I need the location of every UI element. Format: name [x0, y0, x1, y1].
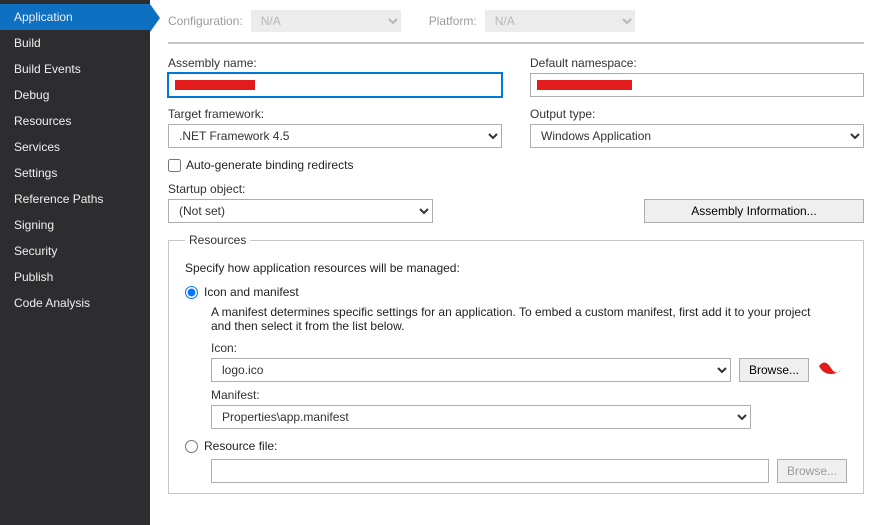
icon-and-manifest-label: Icon and manifest — [204, 285, 299, 299]
target-framework-label: Target framework: — [168, 107, 502, 121]
sidebar-item-application[interactable]: Application — [0, 4, 150, 30]
icon-label: Icon: — [211, 341, 847, 355]
output-type-select[interactable]: Windows Application — [530, 124, 864, 148]
icon-preview-icon — [817, 360, 847, 380]
platform-label: Platform: — [429, 14, 477, 28]
manifest-hint: A manifest determines specific settings … — [211, 305, 821, 333]
resources-legend: Resources — [185, 233, 250, 247]
resource-file-radio[interactable] — [185, 440, 198, 453]
project-properties-sidebar: Application Build Build Events Debug Res… — [0, 0, 150, 525]
sidebar-item-debug[interactable]: Debug — [0, 82, 150, 108]
sidebar-item-code-analysis[interactable]: Code Analysis — [0, 290, 150, 316]
resource-file-browse-button: Browse... — [777, 459, 847, 483]
sidebar-item-resources[interactable]: Resources — [0, 108, 150, 134]
platform-select: N/A — [485, 10, 635, 32]
sidebar-item-services[interactable]: Services — [0, 134, 150, 160]
configuration-select: N/A — [251, 10, 401, 32]
auto-generate-binding-checkbox[interactable] — [168, 159, 181, 172]
icon-browse-button[interactable]: Browse... — [739, 358, 809, 382]
sidebar-item-signing[interactable]: Signing — [0, 212, 150, 238]
target-framework-select[interactable]: .NET Framework 4.5 — [168, 124, 502, 148]
configuration-label: Configuration: — [168, 14, 243, 28]
resources-description: Specify how application resources will b… — [185, 261, 847, 275]
output-type-label: Output type: — [530, 107, 864, 121]
assembly-name-input[interactable] — [168, 73, 502, 97]
startup-object-select[interactable]: (Not set) — [168, 199, 433, 223]
resource-file-label: Resource file: — [204, 439, 277, 453]
icon-and-manifest-radio[interactable] — [185, 286, 198, 299]
manifest-label: Manifest: — [211, 388, 847, 402]
sidebar-item-settings[interactable]: Settings — [0, 160, 150, 186]
assembly-name-label: Assembly name: — [168, 56, 502, 70]
sidebar-item-build-events[interactable]: Build Events — [0, 56, 150, 82]
startup-object-label: Startup object: — [168, 182, 433, 196]
application-tab-panel: Configuration: N/A Platform: N/A Assembl… — [150, 0, 882, 525]
manifest-select[interactable]: Properties\app.manifest — [211, 405, 751, 429]
sidebar-item-reference-paths[interactable]: Reference Paths — [0, 186, 150, 212]
sidebar-item-security[interactable]: Security — [0, 238, 150, 264]
default-namespace-label: Default namespace: — [530, 56, 864, 70]
sidebar-item-publish[interactable]: Publish — [0, 264, 150, 290]
default-namespace-input[interactable] — [530, 73, 864, 97]
icon-select[interactable]: logo.ico — [211, 358, 731, 382]
auto-generate-binding-label: Auto-generate binding redirects — [186, 158, 353, 172]
resource-file-input — [211, 459, 769, 483]
assembly-information-button[interactable]: Assembly Information... — [644, 199, 864, 223]
sidebar-item-build[interactable]: Build — [0, 30, 150, 56]
resources-group: Resources Specify how application resour… — [168, 233, 864, 494]
